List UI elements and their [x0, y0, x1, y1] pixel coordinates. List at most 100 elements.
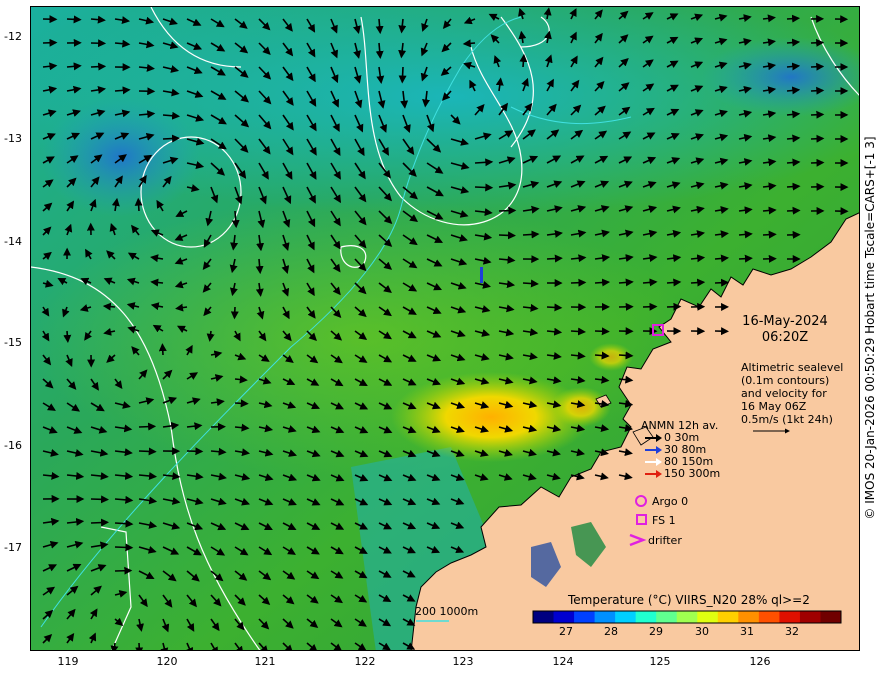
altimetry-note: Altimetric sealevel (0.1m contours) and …	[741, 361, 843, 426]
arrow-swatch-icon	[645, 433, 662, 442]
square-icon	[636, 514, 647, 525]
note-line: 16 May 06Z	[741, 400, 807, 413]
circle-icon	[635, 495, 647, 507]
colorbar-tick: 29	[649, 625, 663, 638]
colorbar-segment	[799, 611, 821, 623]
velocity-arrow	[786, 134, 801, 143]
arrow-swatch-icon	[645, 457, 662, 466]
colorbar-segment	[676, 611, 698, 623]
velocity-arrow	[66, 15, 82, 24]
y-tick-label: -14	[4, 235, 22, 248]
velocity-arrow	[150, 278, 164, 287]
velocity-arrow	[714, 278, 730, 287]
colorbar-segment	[615, 611, 637, 623]
cool-patch-west	[41, 97, 201, 217]
velocity-arrow	[114, 543, 134, 552]
date-label: 16-May-2024	[742, 314, 828, 329]
velocity-arrow	[138, 447, 157, 456]
chevron-icon	[629, 533, 647, 547]
velocity-arrow	[162, 134, 181, 143]
legend-label: drifter	[648, 533, 682, 547]
velocity-arrow	[618, 278, 634, 287]
velocity-arrow	[498, 206, 517, 215]
colorbar-tick: 27	[559, 625, 573, 638]
colorbar-segment	[656, 611, 678, 623]
colorbar-segment	[697, 611, 719, 623]
velocity-arrow	[546, 303, 563, 312]
credit-text: © IMOS 20-Jan-2026 00:50:29 Hobart time …	[863, 136, 877, 520]
temperature-colorbar	[532, 610, 842, 624]
velocity-arrow	[230, 306, 239, 320]
velocity-arrow	[462, 39, 476, 48]
velocity-arrow	[786, 38, 801, 47]
colorbar-tick: 28	[604, 625, 618, 638]
colorbar-segment	[717, 611, 739, 623]
note-line: and velocity for	[741, 387, 827, 400]
colorbar-segment	[779, 611, 801, 623]
note-line: Altimetric sealevel	[741, 361, 844, 374]
velocity-arrow	[738, 254, 753, 263]
y-tick-label: -16	[4, 439, 22, 452]
arrow-swatch-icon	[645, 445, 662, 454]
velocity-arrow	[398, 66, 407, 84]
velocity-arrow	[618, 351, 634, 360]
velocity-arrow	[594, 278, 611, 287]
platform-legend-row: FS 1	[634, 513, 676, 527]
x-tick-label: 124	[552, 655, 574, 668]
velocity-arrow	[63, 330, 72, 343]
velocity-arrow	[114, 519, 134, 528]
velocity-arrow	[498, 231, 516, 240]
y-tick-label: -13	[4, 132, 22, 145]
colorbar-segment	[738, 611, 760, 623]
velocity-arrow	[546, 254, 563, 263]
x-tick-label: 119	[57, 655, 79, 668]
colorbar-segment	[533, 611, 555, 623]
x-tick-label: 123	[452, 655, 474, 668]
velocity-arrow	[810, 134, 825, 143]
velocity-arrow	[234, 375, 248, 384]
x-tick-label: 121	[254, 655, 276, 668]
velocity-arrow	[594, 351, 610, 360]
velocity-arrow	[690, 278, 706, 287]
timestamp-block: 16-May-2024 06:20Z	[735, 314, 835, 346]
velocity-arrow	[714, 254, 730, 263]
x-tick-label: 126	[749, 655, 771, 668]
arrow-swatch-icon	[645, 469, 662, 478]
velocity-arrow	[786, 14, 801, 23]
velocity-arrow	[666, 278, 682, 287]
anmn-legend-row: 150 300m	[644, 467, 720, 480]
colorbar-segment	[635, 611, 657, 623]
velocity-arrow	[786, 206, 801, 215]
colorbar-segment	[594, 611, 616, 623]
green-band	[31, 197, 691, 477]
legend-label: Argo 0	[652, 494, 689, 508]
colorbar-title: Temperature (°C) VIIRS_N20 28% ql>=2	[568, 593, 810, 607]
colorbar-segment	[553, 611, 575, 623]
velocity-arrow	[134, 197, 143, 212]
colorbar-tick: 30	[695, 625, 709, 638]
velocity-arrow	[786, 62, 801, 71]
velocity-arrow	[786, 182, 801, 191]
velocity-arrow	[90, 495, 110, 504]
legend-label: 150 300m	[664, 467, 721, 480]
time-label: 06:20Z	[761, 330, 809, 345]
velocity-arrow	[738, 230, 753, 239]
velocity-arrow	[786, 158, 801, 167]
velocity-arrow	[810, 62, 825, 71]
velocity-arrow	[762, 230, 777, 239]
y-tick-label: -12	[4, 30, 22, 43]
platform-legend-row: Argo 0	[634, 494, 688, 508]
velocity-arrow	[158, 343, 167, 356]
legend-label: FS 1	[652, 513, 676, 527]
scale-label: 200 1000m	[415, 605, 479, 618]
y-tick-label: -17	[4, 541, 22, 554]
velocity-arrow	[762, 206, 777, 215]
velocity-arrow	[102, 302, 116, 311]
note-line: 0.5m/s (1kt 24h)	[741, 413, 833, 426]
velocity-arrow	[234, 399, 249, 408]
velocity-arrow	[522, 279, 539, 288]
x-tick-label: 120	[156, 655, 178, 668]
colorbar-tick: 31	[740, 625, 754, 638]
velocity-arrow	[474, 183, 494, 192]
credit-label: © IMOS 20-Jan-2026 00:50:29 Hobart time …	[862, 8, 878, 648]
